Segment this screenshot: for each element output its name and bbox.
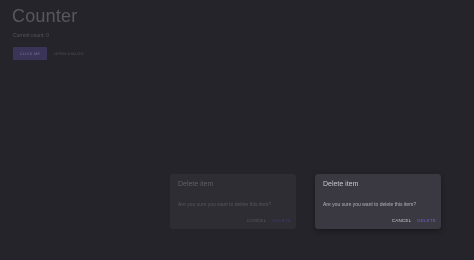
current-count-text: Current count: 0 (13, 33, 49, 39)
dialog-message: Are you sure you want to delete this ite… (323, 202, 417, 208)
dialog-actions: CANCEL DELETE (392, 218, 436, 223)
dialog-title: Delete item (178, 181, 214, 188)
click-me-button[interactable]: CLICK ME (13, 47, 47, 60)
app-page: Counter Current count: 0 CLICK ME OPEN D… (0, 0, 474, 260)
dialog-title: Delete item (323, 181, 359, 188)
page-title: Counter (12, 6, 78, 26)
delete-button[interactable]: DELETE (272, 218, 291, 223)
cancel-button[interactable]: CANCEL (392, 218, 411, 223)
cancel-button[interactable]: CANCEL (247, 218, 266, 223)
delete-button[interactable]: DELETE (417, 218, 436, 223)
dialog-message: Are you sure you want to delete this ite… (178, 202, 272, 208)
open-dialog-button[interactable]: OPEN DIALOG (50, 47, 88, 60)
delete-dialog: Delete item Are you sure you want to del… (315, 174, 441, 229)
dialog-actions: CANCEL DELETE (247, 218, 291, 223)
delete-dialog-faded: Delete item Are you sure you want to del… (170, 174, 296, 229)
